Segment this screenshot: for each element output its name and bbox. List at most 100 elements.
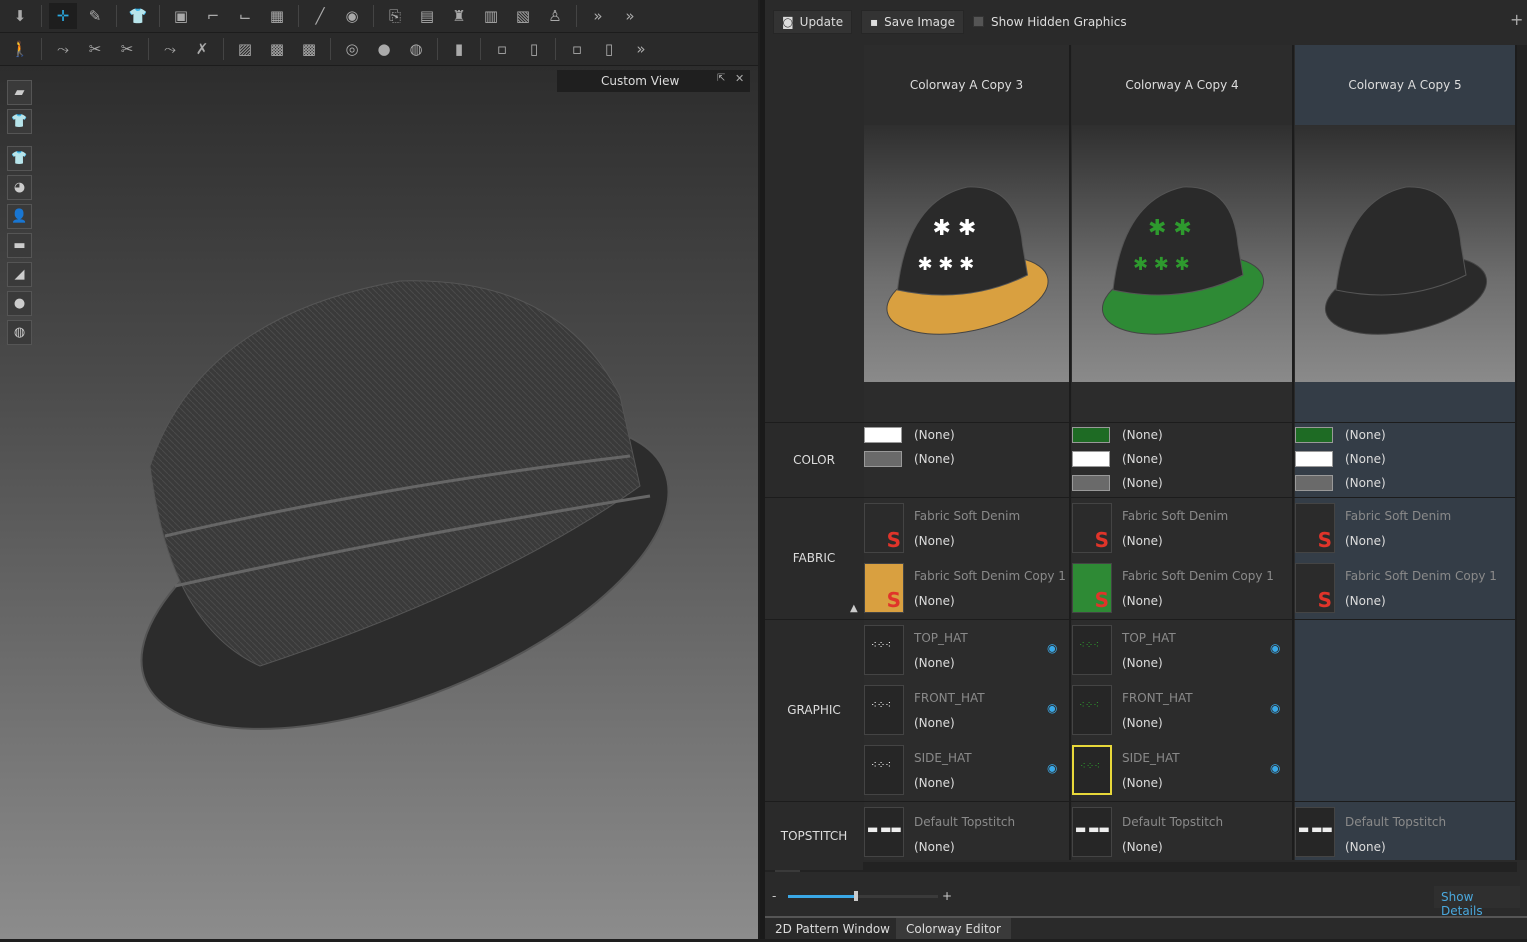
- toolbar-tool-icon[interactable]: ●: [370, 36, 398, 62]
- color-swatch[interactable]: [864, 427, 902, 443]
- colorway-title[interactable]: Colorway A Copy 4: [1072, 45, 1292, 125]
- zoom-out-label[interactable]: -: [772, 889, 776, 903]
- colorway-title[interactable]: Colorway A Copy 3: [864, 45, 1069, 125]
- toolbar-tool-icon[interactable]: ▩: [263, 36, 291, 62]
- toolbar-tool-icon[interactable]: ▣: [167, 3, 195, 29]
- visibility-eye-icon[interactable]: ◉: [1047, 701, 1057, 715]
- toolbar-tool-icon[interactable]: ▮: [445, 36, 473, 62]
- fabric-thumbnail[interactable]: S: [1295, 563, 1335, 613]
- toolbar-tool-icon[interactable]: ⬇: [6, 3, 34, 29]
- color-swatch[interactable]: [1295, 427, 1333, 443]
- save-image-button[interactable]: ▪ Save Image: [861, 10, 964, 34]
- viewport-display-icon[interactable]: ▰: [7, 80, 32, 105]
- toolbar-tool-icon[interactable]: ▩: [295, 36, 323, 62]
- tab-colorway-editor[interactable]: Colorway Editor: [896, 918, 1011, 939]
- topstitch-thumbnail[interactable]: ▬ ▬▬: [1295, 807, 1335, 857]
- 3d-viewport[interactable]: [0, 66, 758, 939]
- viewport-display-icon[interactable]: ●: [7, 291, 32, 316]
- color-swatch[interactable]: [864, 451, 902, 467]
- toolbar-tool-icon[interactable]: ▦: [263, 3, 291, 29]
- color-swatch[interactable]: [1295, 451, 1333, 467]
- toolbar-tool-icon[interactable]: ✂: [81, 36, 109, 62]
- horizontal-scrollbar[interactable]: [765, 862, 1517, 872]
- toolbar-tool-icon[interactable]: ▧: [509, 3, 537, 29]
- add-colorway-button[interactable]: +: [1510, 10, 1523, 29]
- toolbar-tool-icon[interactable]: ◎: [338, 36, 366, 62]
- toolbar-tool-icon[interactable]: ⌐: [199, 3, 227, 29]
- fabric-thumbnail[interactable]: S: [1072, 563, 1112, 613]
- zoom-in-label[interactable]: +: [942, 889, 952, 903]
- toolbar-tool-icon[interactable]: ♜: [445, 3, 473, 29]
- toolbar-tool-icon[interactable]: ▯: [595, 36, 623, 62]
- visibility-eye-icon[interactable]: ◉: [1047, 641, 1057, 655]
- toolbar-tool-icon[interactable]: ╱: [306, 3, 334, 29]
- toolbar-tool-icon[interactable]: »: [584, 3, 612, 29]
- visibility-eye-icon[interactable]: ◉: [1270, 701, 1280, 715]
- colorway-column[interactable]: Colorway A Copy 5 (None) (None) (None) S Fabr…: [1295, 45, 1517, 860]
- slider-handle[interactable]: [853, 891, 858, 901]
- graphic-thumbnail[interactable]: ⁖⁘⁖: [864, 745, 904, 795]
- toolbar-tool-icon[interactable]: ✛: [49, 3, 77, 29]
- toolbar-tool-icon[interactable]: ⤳: [49, 36, 77, 62]
- toolbar-tool-icon[interactable]: ⤳: [156, 36, 184, 62]
- toolbar-tool-icon[interactable]: ▫: [563, 36, 591, 62]
- colorway-column[interactable]: Colorway A Copy 3 ✱ ✱ ✱ ✱ ✱ (None) (None) S Fa…: [864, 45, 1071, 860]
- toolbar-tool-icon[interactable]: ▫: [488, 36, 516, 62]
- toolbar-tool-icon[interactable]: ⎘: [381, 3, 409, 29]
- viewport-display-icon[interactable]: ◢: [7, 262, 32, 287]
- toolbar-tool-icon[interactable]: ▨: [231, 36, 259, 62]
- tab-2d-pattern-window[interactable]: 2D Pattern Window: [765, 918, 900, 939]
- visibility-eye-icon[interactable]: ◉: [1270, 761, 1280, 775]
- hat-render: ✱ ✱ ✱ ✱ ✱: [886, 186, 1049, 335]
- fabric-thumbnail[interactable]: S: [1295, 503, 1335, 553]
- colorway-column[interactable]: Colorway A Copy 4 ✱ ✱ ✱ ✱ ✱ (None) (None) (No…: [1072, 45, 1294, 860]
- toolbar-tool-icon[interactable]: ◉: [338, 3, 366, 29]
- float-icon[interactable]: ⇱: [717, 73, 725, 84]
- vertical-scrollbar[interactable]: [1517, 45, 1527, 860]
- toolbar-tool-icon[interactable]: ⌙: [231, 3, 259, 29]
- color-swatch[interactable]: [1295, 475, 1333, 491]
- toolbar-tool-icon[interactable]: ◍: [402, 36, 430, 62]
- toolbar-tool-icon[interactable]: 👕: [124, 3, 152, 29]
- viewport-display-icon[interactable]: 👤: [7, 204, 32, 229]
- show-hidden-graphics-checkbox[interactable]: [973, 16, 984, 27]
- collapse-arrow-icon[interactable]: ▲: [850, 603, 858, 614]
- graphic-thumbnail[interactable]: ⁖⁘⁖: [864, 625, 904, 675]
- viewport-display-icon[interactable]: 👕: [7, 146, 32, 171]
- fabric-thumbnail[interactable]: S: [864, 503, 904, 553]
- graphic-thumbnail[interactable]: ⁖⁘⁖: [1072, 685, 1112, 735]
- viewport-display-icon[interactable]: ◍: [7, 320, 32, 345]
- fabric-thumbnail[interactable]: S: [864, 563, 904, 613]
- thumbnail-size-slider[interactable]: [788, 891, 938, 901]
- topstitch-thumbnail[interactable]: ▬ ▬▬: [1072, 807, 1112, 857]
- toolbar-tool-icon[interactable]: ✗: [188, 36, 216, 62]
- fabric-thumbnail[interactable]: S: [1072, 503, 1112, 553]
- show-details-button[interactable]: Show Details: [1434, 886, 1520, 918]
- viewport-display-icon[interactable]: ◕: [7, 175, 32, 200]
- save-icon: ▪: [870, 15, 879, 29]
- toolbar-tool-icon[interactable]: »: [627, 36, 655, 62]
- color-swatch[interactable]: [1072, 451, 1110, 467]
- toolbar-tool-icon[interactable]: 🚶: [6, 36, 34, 62]
- graphic-thumbnail[interactable]: ⁖⁘⁖: [864, 685, 904, 735]
- visibility-eye-icon[interactable]: ◉: [1047, 761, 1057, 775]
- visibility-eye-icon[interactable]: ◉: [1270, 641, 1280, 655]
- toolbar-tool-icon[interactable]: ▤: [413, 3, 441, 29]
- viewport-display-icon[interactable]: 👕: [7, 109, 32, 134]
- colorway-title[interactable]: Colorway A Copy 5: [1295, 45, 1515, 125]
- close-icon[interactable]: ✕: [735, 72, 744, 85]
- toolbar-tool-icon[interactable]: ▥: [477, 3, 505, 29]
- viewport-display-icon[interactable]: ▬: [7, 233, 32, 258]
- graphic-thumbnail[interactable]: ⁖⁘⁖: [1072, 625, 1112, 675]
- toolbar-tool-icon[interactable]: ♙: [541, 3, 569, 29]
- graphic-thumbnail[interactable]: ⁖⁘⁖: [1072, 745, 1112, 795]
- color-swatch[interactable]: [1072, 475, 1110, 491]
- toolbar-tool-icon[interactable]: »: [616, 3, 644, 29]
- color-swatch[interactable]: [1072, 427, 1110, 443]
- update-button[interactable]: ◙ Update: [773, 10, 853, 34]
- toolbar-tool-icon[interactable]: ✎: [81, 3, 109, 29]
- toolbar-tool-icon[interactable]: ▯: [520, 36, 548, 62]
- toolbar-tool-icon[interactable]: ✂: [113, 36, 141, 62]
- row-label-graphic: GRAPHIC: [765, 620, 863, 801]
- topstitch-thumbnail[interactable]: ▬ ▬▬: [864, 807, 904, 857]
